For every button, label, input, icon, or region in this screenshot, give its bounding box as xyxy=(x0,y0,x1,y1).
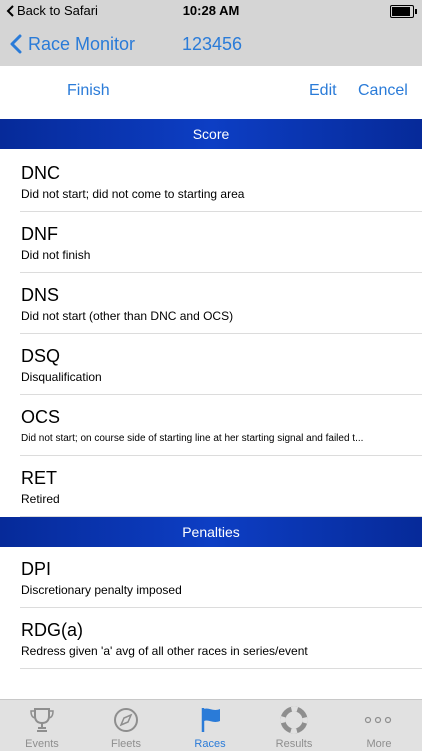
edit-button[interactable]: Edit xyxy=(309,66,337,116)
item-description: Disqualification xyxy=(21,370,102,384)
status-time: 10:28 AM xyxy=(182,3,240,18)
cancel-button[interactable]: Cancel xyxy=(358,66,408,116)
tab-label: More xyxy=(366,738,392,750)
more-icon xyxy=(364,716,392,724)
finish-button[interactable]: Finish xyxy=(67,66,110,116)
trophy-icon xyxy=(30,708,54,732)
item-description: Retired xyxy=(21,492,60,506)
compass-icon xyxy=(114,708,138,732)
list-item[interactable]: DNC Did not start; did not come to start… xyxy=(0,151,422,212)
nav-back-button[interactable]: Race Monitor xyxy=(10,22,135,66)
list-item[interactable]: DNS Did not start (other than DNC and OC… xyxy=(0,273,422,334)
tab-events[interactable]: Events xyxy=(0,700,84,751)
item-description: Did not finish xyxy=(21,248,91,262)
item-description: Redress given 'a' avg of all other races… xyxy=(21,644,308,658)
item-description: Did not start; did not come to starting … xyxy=(21,187,245,201)
tab-label: Results xyxy=(275,738,313,750)
flag-icon xyxy=(201,708,220,732)
tab-more[interactable]: More xyxy=(336,700,422,751)
item-description: Did not start (other than DNC and OCS) xyxy=(21,309,234,323)
nav-back-label: Race Monitor xyxy=(28,33,136,54)
item-code: DNC xyxy=(21,163,60,183)
item-code: DSQ xyxy=(21,346,61,366)
item-description: Did not start; on course side of startin… xyxy=(21,433,364,444)
status-bar: Back to Safari 10:28 AM xyxy=(0,0,422,22)
tab-results[interactable]: Results xyxy=(252,700,336,751)
battery-icon xyxy=(390,5,417,18)
item-code: DNF xyxy=(21,224,58,244)
lifebuoy-icon xyxy=(280,706,308,734)
list-item[interactable]: OCS Did not start; on course side of sta… xyxy=(0,395,422,456)
battery-level xyxy=(392,7,410,16)
list-item[interactable]: RDG(a) Redress given 'a' avg of all othe… xyxy=(0,608,422,669)
list-item[interactable]: DPI Discretionary penalty imposed xyxy=(0,547,422,608)
item-description: Discretionary penalty imposed xyxy=(21,583,182,597)
tab-bar: Events Fleets Races Results More xyxy=(0,699,422,751)
section-header-score: Score xyxy=(0,119,422,149)
item-code: DPI xyxy=(21,559,52,579)
tab-fleets[interactable]: Fleets xyxy=(84,700,168,751)
tab-races[interactable]: Races xyxy=(168,700,252,751)
item-code: RET xyxy=(21,468,57,488)
section-header-penalties: Penalties xyxy=(0,517,422,547)
tab-label: Events xyxy=(25,738,59,750)
toolbar: Finish Edit Cancel xyxy=(0,66,422,116)
list-item[interactable]: DSQ Disqualification xyxy=(0,334,422,395)
list-item[interactable]: RET Retired xyxy=(0,456,422,517)
chevron-left-icon xyxy=(10,34,22,54)
tab-label: Races xyxy=(194,738,226,750)
item-code: DNS xyxy=(21,285,60,305)
nav-bar: Race Monitor 123456 xyxy=(0,22,422,66)
item-code: OCS xyxy=(21,407,61,427)
tab-label: Fleets xyxy=(111,738,141,750)
list-item[interactable]: DNF Did not finish xyxy=(0,212,422,273)
page-title: 123456 xyxy=(182,33,243,54)
item-code: RDG(a) xyxy=(21,620,83,640)
